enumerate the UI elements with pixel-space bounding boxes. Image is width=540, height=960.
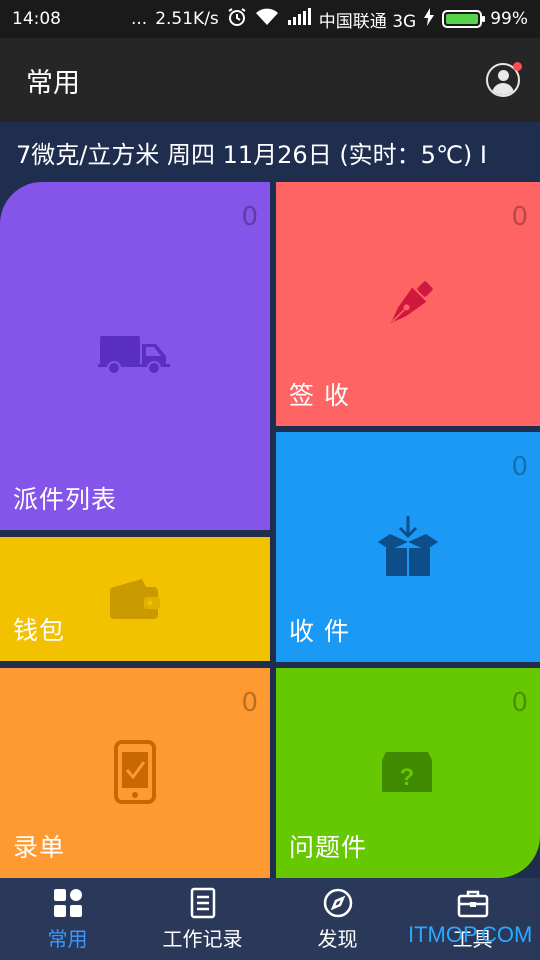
tile-sign[interactable]: 0 签 收 (276, 182, 540, 426)
nav-label: 常用 (47, 926, 88, 951)
toolbox-icon (457, 890, 488, 917)
svg-text:?: ? (400, 764, 415, 791)
tile-count: 0 (241, 202, 258, 232)
carrier-name: 中国联通 3G (318, 11, 417, 32)
tile-count: 0 (511, 452, 528, 482)
tile-label: 录单 (13, 833, 66, 862)
status-dots: ... (130, 9, 148, 29)
tile-dispatch-list[interactable]: 0 派件列表 (0, 182, 270, 530)
tile-count: 0 (511, 688, 528, 718)
signal-icon (287, 8, 311, 30)
tile-label: 收 件 (289, 617, 350, 646)
tile-entry[interactable]: 0 录单 (0, 668, 270, 878)
question-box-icon: ? (380, 750, 434, 798)
compass-icon (323, 888, 352, 917)
tile-receive[interactable]: 0 收 件 (276, 432, 540, 662)
ticker-text: 7微克/立方米 周四 11月26日 (实时：5℃) I (16, 140, 487, 169)
pen-nib-icon (380, 278, 436, 338)
nav-item-discover[interactable]: 发现 (270, 878, 405, 960)
tile-label: 问题件 (289, 833, 368, 862)
app-header: 常用 (0, 38, 540, 122)
tile-label: 派件列表 (13, 485, 118, 514)
tile-wallet[interactable]: 钱包 (0, 537, 270, 661)
phone-check-icon (114, 740, 156, 808)
grid-icon (53, 888, 82, 917)
wifi-icon (255, 8, 279, 30)
wallet-icon (108, 577, 162, 627)
nav-item-common[interactable]: 常用 (0, 878, 135, 960)
weather-ticker: 7微克/立方米 周四 11月26日 (实时：5℃) I (0, 122, 540, 182)
document-icon (190, 887, 215, 918)
tile-count: 0 (241, 688, 258, 718)
battery-icon (442, 10, 486, 28)
receive-box-icon (376, 516, 440, 582)
tile-problem[interactable]: 0 ? 问题件 (276, 668, 540, 878)
nav-label: 工作记录 (162, 926, 243, 951)
tile-label: 钱包 (13, 616, 66, 645)
status-bar: 14:08 ... 2.51K/s 中国联通 3G 99% (0, 0, 540, 38)
page-title: 常用 (26, 67, 80, 99)
nav-item-work-log[interactable]: 工作记录 (135, 878, 270, 960)
truck-icon (98, 332, 172, 380)
charging-icon (424, 8, 435, 30)
tile-count: 0 (511, 202, 528, 232)
watermark: ITMOP.COM (408, 922, 533, 947)
nav-label: 发现 (317, 926, 358, 951)
tile-label: 签 收 (289, 381, 350, 410)
network-speed: 2.51K/s (155, 9, 219, 29)
status-time: 14:08 (12, 9, 61, 29)
notification-badge (513, 62, 522, 71)
battery-percent: 99% (490, 9, 528, 29)
alarm-icon (227, 7, 247, 31)
battery-fill (446, 14, 478, 24)
